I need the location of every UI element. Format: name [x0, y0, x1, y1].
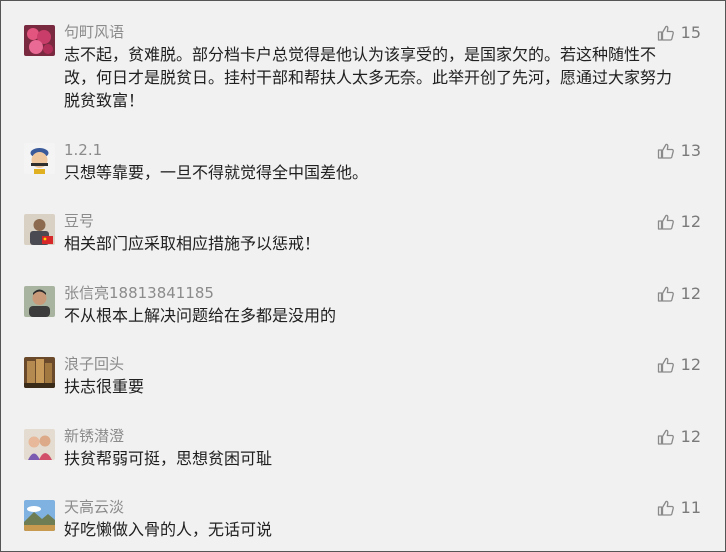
avatar[interactable] — [24, 25, 55, 56]
comment-text: 志不起，贫难脱。部分档卡户总觉得是他认为该享受的，是国家欠的。若这种随性不改，何… — [64, 45, 673, 110]
like-button[interactable]: 13 — [657, 141, 701, 161]
thumbs-up-icon — [657, 500, 674, 516]
comment-text: 只想等靠要，一旦不得就觉得全中国差他。 — [64, 163, 369, 182]
comment-author[interactable]: 天高云淡 — [64, 497, 124, 517]
like-count: 13 — [680, 141, 701, 160]
comment-text: 扶志很重要 — [64, 377, 145, 396]
thumbs-up-icon — [657, 214, 674, 230]
like-count: 12 — [680, 427, 701, 446]
thumbs-up-icon — [657, 143, 674, 159]
comment-text: 扶贫帮弱可挺，思想贫困可耻 — [64, 449, 273, 468]
comment-text: 相关部门应采取相应措施予以惩戒！ — [64, 234, 321, 253]
thumbs-up-icon — [657, 286, 674, 302]
comment-author[interactable]: 新锈潜澄 — [64, 426, 124, 446]
like-count: 15 — [680, 23, 701, 42]
avatar[interactable] — [24, 429, 55, 460]
like-button[interactable]: 12 — [657, 284, 701, 304]
thumbs-up-icon — [657, 429, 674, 445]
comment-list: 句町风语 15 志不起，贫难脱。部分档卡户总觉得是他认为该享受的，是国家欠的。若… — [0, 0, 726, 552]
avatar[interactable] — [24, 357, 55, 388]
thumbs-up-icon — [657, 25, 674, 41]
like-button[interactable]: 12 — [657, 427, 701, 447]
avatar[interactable] — [24, 143, 55, 174]
like-count: 12 — [680, 284, 701, 303]
thumbs-up-icon — [657, 357, 674, 373]
avatar[interactable] — [24, 214, 55, 245]
avatar[interactable] — [24, 500, 55, 531]
comment-author[interactable]: 1.2.1 — [64, 140, 102, 160]
like-count: 11 — [680, 498, 701, 517]
like-button[interactable]: 15 — [657, 23, 701, 43]
comment-author[interactable]: 句町风语 — [64, 22, 124, 42]
like-count: 12 — [680, 355, 701, 374]
comment-author[interactable]: 张信亮18813841185 — [64, 283, 214, 303]
comment-author[interactable]: 浪子回头 — [64, 354, 124, 374]
avatar[interactable] — [24, 286, 55, 317]
comment-author[interactable]: 豆号 — [64, 211, 94, 231]
comment-text: 不从根本上解决问题给在多都是没用的 — [64, 306, 337, 325]
like-button[interactable]: 12 — [657, 355, 701, 375]
like-button[interactable]: 11 — [657, 498, 701, 518]
like-count: 12 — [680, 212, 701, 231]
comment-text: 好吃懒做入骨的人，无话可说 — [64, 520, 273, 539]
like-button[interactable]: 12 — [657, 212, 701, 232]
